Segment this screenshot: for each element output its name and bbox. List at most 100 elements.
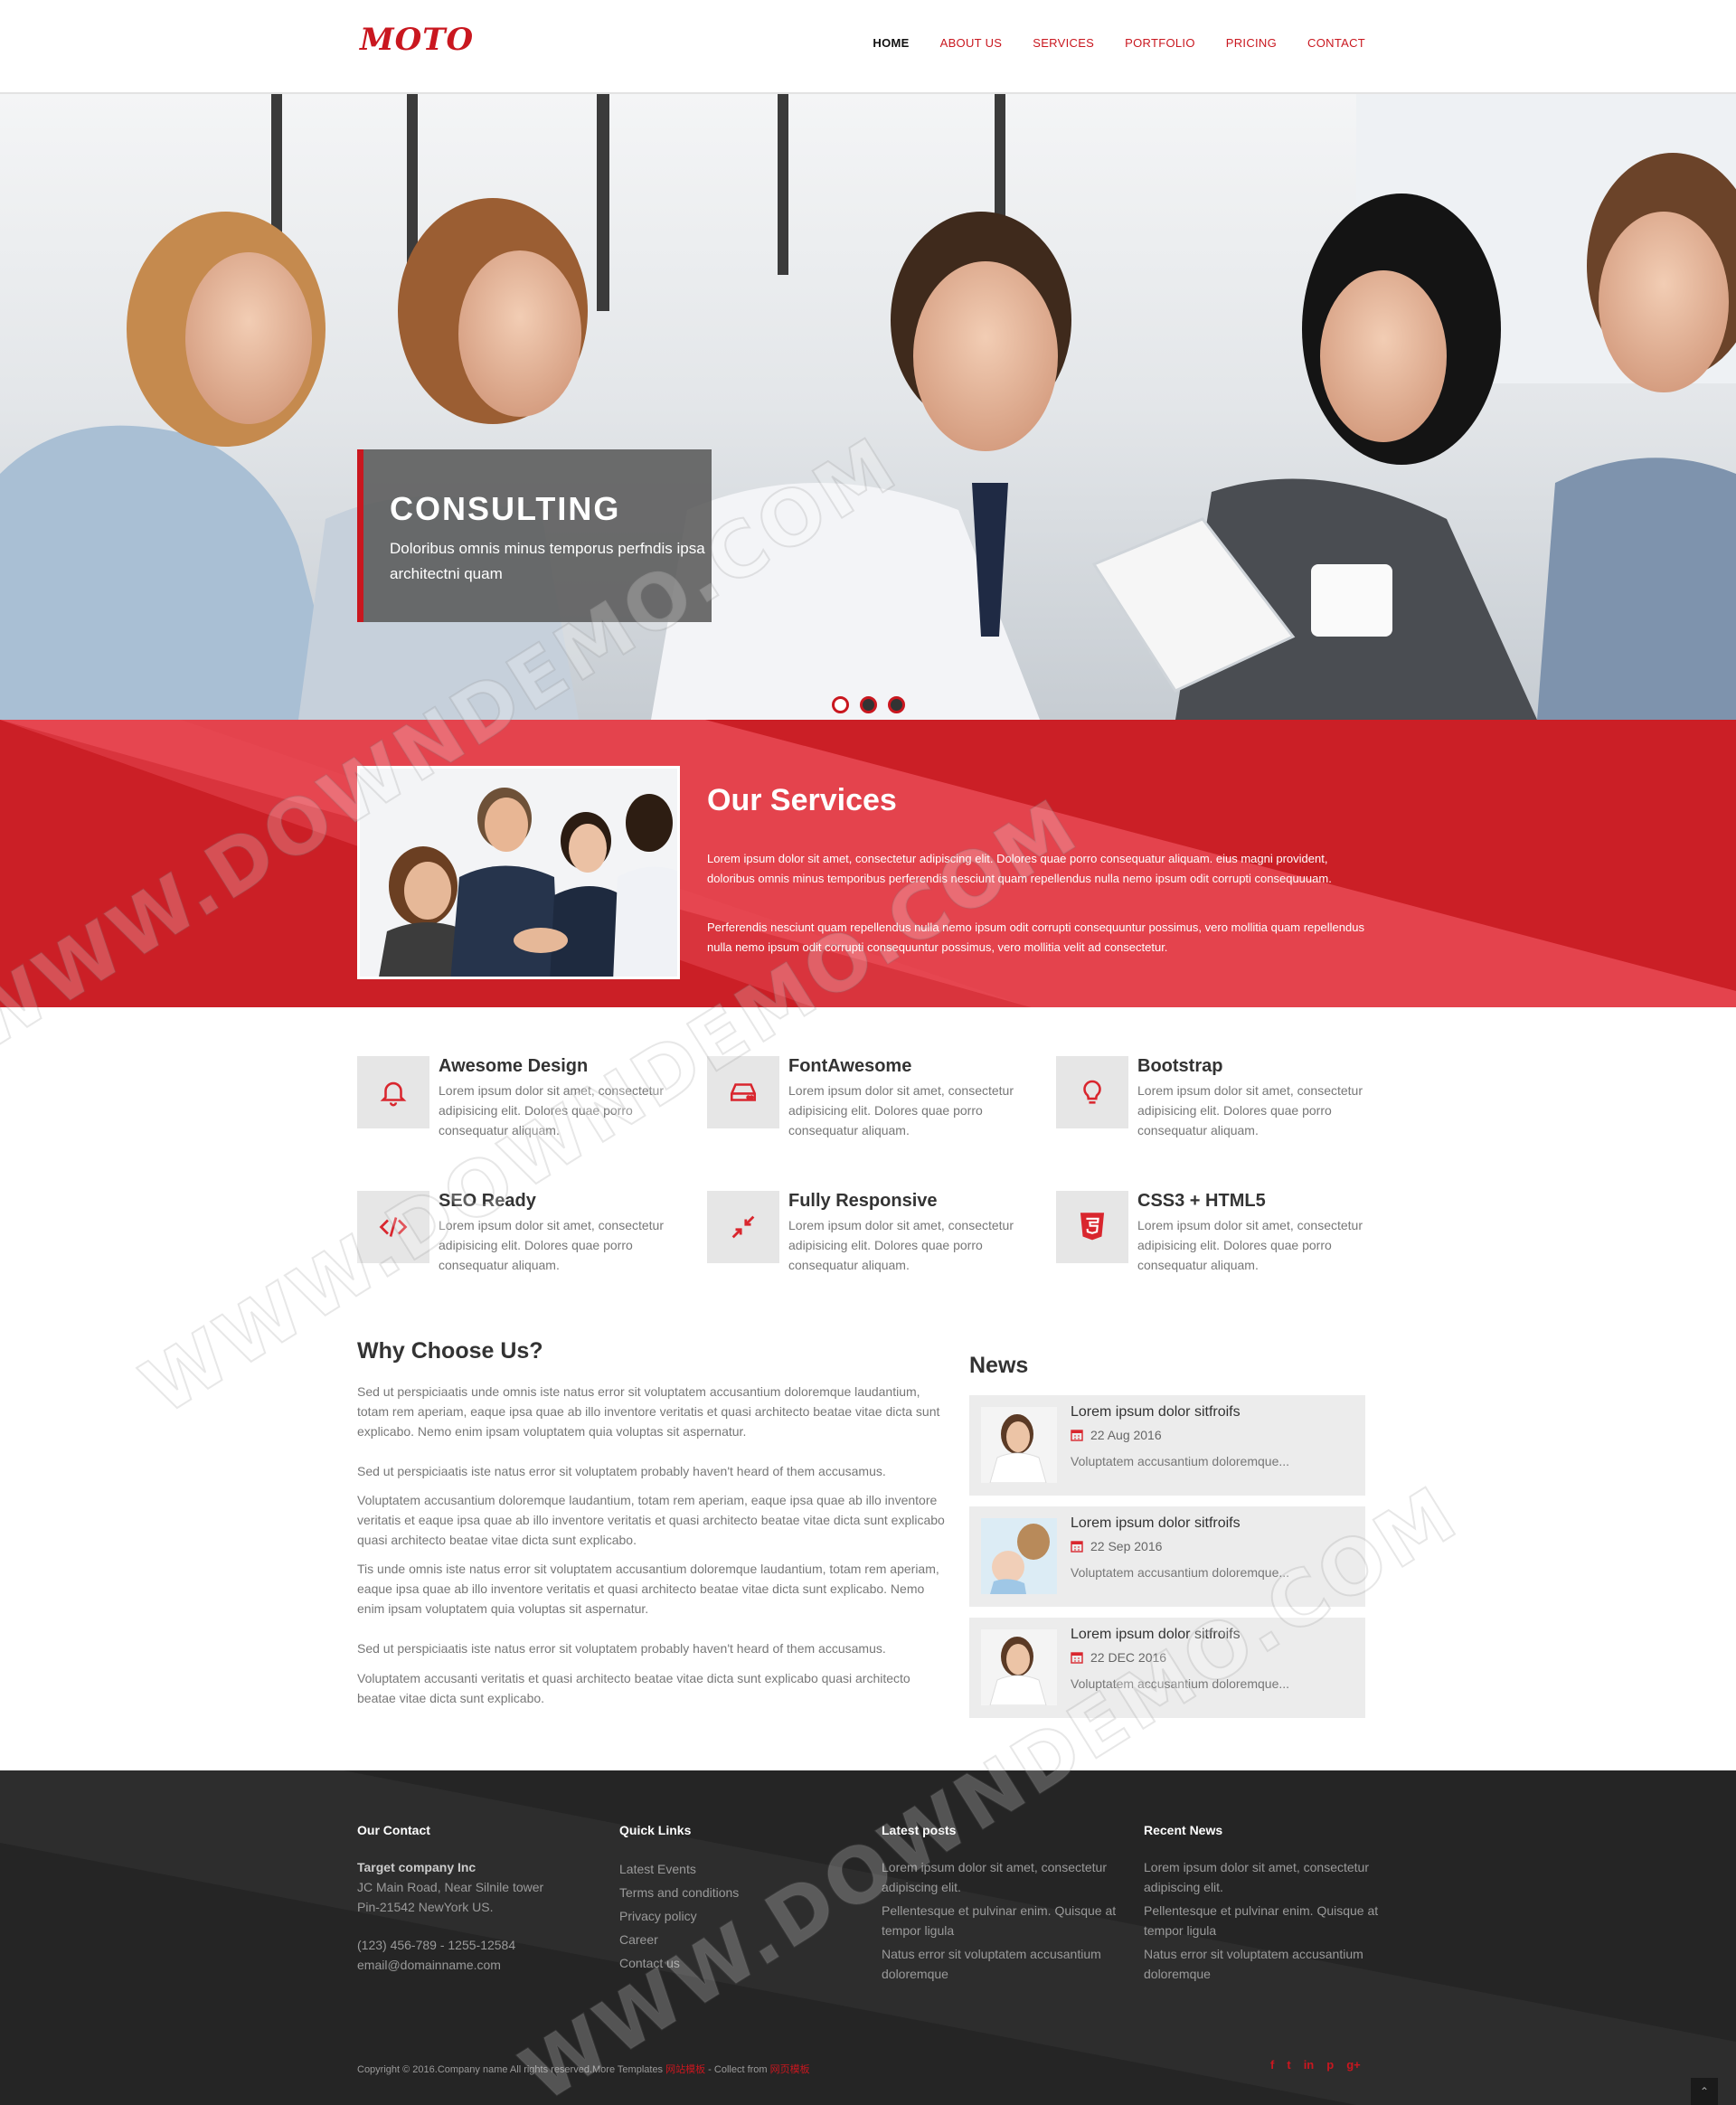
bell-icon bbox=[357, 1056, 429, 1128]
slider-dots bbox=[832, 696, 905, 713]
copyright-text: Copyright © 2016.Company name All rights… bbox=[357, 2064, 666, 2075]
news-excerpt: Voluptatem accusantium doloremque... bbox=[1071, 1454, 1290, 1468]
slider-dot-3[interactable] bbox=[888, 696, 905, 713]
services-section: Our Services Lorem ipsum dolor sit amet,… bbox=[0, 720, 1736, 1007]
news-item[interactable]: Lorem ipsum dolor sitfroifs 22 DEC 2016 … bbox=[969, 1618, 1365, 1718]
latest-post-item[interactable]: Lorem ipsum dolor sit amet, consectetur … bbox=[882, 1857, 1126, 1897]
news-date: 22 Aug 2016 bbox=[1071, 1428, 1162, 1442]
feature-fontawesome: FontAwesome Lorem ipsum dolor sit amet, … bbox=[707, 1056, 1042, 1165]
news-item-title[interactable]: Lorem ipsum dolor sitfroifs bbox=[1071, 1627, 1241, 1643]
services-paragraph-2: Perferendis nesciunt quam repellendus nu… bbox=[707, 920, 1364, 954]
news-excerpt: Voluptatem accusantium doloremque... bbox=[1071, 1676, 1290, 1691]
nav-contact[interactable]: CONTACT bbox=[1307, 36, 1365, 50]
feature-text: Lorem ipsum dolor sit amet, consectetur … bbox=[788, 1218, 1014, 1272]
pinterest-icon[interactable]: p bbox=[1326, 2058, 1334, 2072]
handshake-image bbox=[360, 769, 677, 977]
phone: (123) 456-789 - 1255-12584 bbox=[357, 1938, 516, 1952]
nav-services[interactable]: SERVICES bbox=[1033, 36, 1094, 50]
feature-text: Lorem ipsum dolor sit amet, consectetur … bbox=[439, 1083, 664, 1137]
news-date: 22 Sep 2016 bbox=[1071, 1539, 1162, 1553]
quick-link-contact[interactable]: Contact us bbox=[619, 1951, 863, 1975]
email[interactable]: email@domainname.com bbox=[357, 1955, 601, 1975]
copyright: Copyright © 2016.Company name All rights… bbox=[357, 2062, 810, 2076]
feature-text: Lorem ipsum dolor sit amet, consectetur … bbox=[1137, 1218, 1363, 1272]
linkedin-icon[interactable]: in bbox=[1304, 2058, 1315, 2072]
feature-bootstrap: Bootstrap Lorem ipsum dolor sit amet, co… bbox=[1056, 1056, 1391, 1165]
news-item-title[interactable]: Lorem ipsum dolor sitfroifs bbox=[1071, 1515, 1241, 1532]
copyright-mid: - Collect from bbox=[705, 2064, 770, 2075]
hero-caption: CONSULTING Doloribus omnis minus temporu… bbox=[357, 449, 712, 622]
footer-contact-title: Our Contact bbox=[357, 1823, 430, 1837]
feature-title: Fully Responsive bbox=[788, 1191, 938, 1211]
why-paragraph-1: Sed ut perspiciaatis unde omnis iste nat… bbox=[357, 1384, 940, 1439]
feature-text: Lorem ipsum dolor sit amet, consectetur … bbox=[1137, 1083, 1363, 1137]
collect-link[interactable]: 网页模板 bbox=[770, 2064, 810, 2075]
site-header: MOTO HOME ABOUT US SERVICES PORTFOLIO PR… bbox=[0, 0, 1736, 94]
nav-home[interactable]: HOME bbox=[873, 36, 909, 50]
news-date: 22 DEC 2016 bbox=[1071, 1650, 1166, 1665]
nav-pricing[interactable]: PRICING bbox=[1226, 36, 1277, 50]
services-photo bbox=[357, 766, 680, 979]
footer-contact: Our Contact Target company Inc JC Main R… bbox=[357, 1823, 601, 1975]
feature-css3-html5: CSS3 + HTML5 Lorem ipsum dolor sit amet,… bbox=[1056, 1191, 1391, 1299]
news-item-title[interactable]: Lorem ipsum dolor sitfroifs bbox=[1071, 1404, 1241, 1421]
footer-recent-news-title: Recent News bbox=[1144, 1823, 1223, 1837]
html5-icon bbox=[1056, 1191, 1128, 1263]
news-date-text: 22 DEC 2016 bbox=[1090, 1650, 1167, 1665]
latest-post-item[interactable]: Natus error sit voluptatem accusantium d… bbox=[882, 1944, 1126, 1984]
nav-about-us[interactable]: ABOUT US bbox=[940, 36, 1003, 50]
footer-background bbox=[0, 1770, 1736, 2105]
why-paragraph-2: Sed ut perspiciaatis iste natus error si… bbox=[357, 1464, 886, 1478]
why-paragraph-5: Sed ut perspiciaatis iste natus error si… bbox=[357, 1641, 886, 1656]
feature-fully-responsive: Fully Responsive Lorem ipsum dolor sit a… bbox=[707, 1191, 1042, 1299]
recent-news-item[interactable]: Natus error sit voluptatem accusantium d… bbox=[1144, 1944, 1388, 1984]
logo[interactable]: MOTO bbox=[360, 22, 473, 61]
main-nav: HOME ABOUT US SERVICES PORTFOLIO PRICING… bbox=[842, 36, 1365, 50]
hero-image bbox=[0, 94, 1736, 720]
calendar-icon bbox=[1071, 1652, 1083, 1664]
lightbulb-icon bbox=[1056, 1056, 1128, 1128]
google-plus-icon[interactable]: g+ bbox=[1346, 2058, 1361, 2072]
address-line-1: JC Main Road, Near Silnile tower bbox=[357, 1880, 544, 1894]
footer-quick-links-title: Quick Links bbox=[619, 1823, 692, 1837]
twitter-icon[interactable]: t bbox=[1287, 2058, 1290, 2072]
news-thumbnail bbox=[981, 1407, 1057, 1483]
recent-news-item[interactable]: Pellentesque et pulvinar enim. Quisque a… bbox=[1144, 1901, 1388, 1940]
slider-dot-1[interactable] bbox=[832, 696, 849, 713]
news-date-text: 22 Sep 2016 bbox=[1090, 1539, 1163, 1553]
company-name: Target company Inc bbox=[357, 1860, 476, 1874]
quick-link-terms[interactable]: Terms and conditions bbox=[619, 1881, 863, 1904]
footer-quick-links: Quick Links Latest Events Terms and cond… bbox=[619, 1823, 863, 1975]
why-paragraph-6: Voluptatem accusanti veritatis et quasi … bbox=[357, 1671, 910, 1705]
quick-link-career[interactable]: Career bbox=[619, 1928, 863, 1951]
calendar-icon bbox=[1071, 1541, 1083, 1553]
facebook-icon[interactable]: f bbox=[1270, 2058, 1274, 2072]
feature-title: SEO Ready bbox=[439, 1191, 536, 1211]
services-title: Our Services bbox=[707, 783, 897, 817]
news-date-text: 22 Aug 2016 bbox=[1090, 1428, 1162, 1442]
quick-link-privacy[interactable]: Privacy policy bbox=[619, 1904, 863, 1928]
site-footer: Our Contact Target company Inc JC Main R… bbox=[0, 1770, 1736, 2105]
nav-portfolio[interactable]: PORTFOLIO bbox=[1125, 36, 1195, 50]
news-item[interactable]: Lorem ipsum dolor sitfroifs 22 Aug 2016 … bbox=[969, 1395, 1365, 1496]
why-paragraph-4: Tis unde omnis iste natus error sit volu… bbox=[357, 1562, 939, 1616]
code-icon bbox=[357, 1191, 429, 1263]
services-paragraph-1: Lorem ipsum dolor sit amet, consectetur … bbox=[707, 852, 1332, 885]
templates-link[interactable]: 网站模板 bbox=[665, 2064, 705, 2075]
hero-title: CONSULTING bbox=[390, 490, 621, 527]
footer-recent-news: Recent News Lorem ipsum dolor sit amet, … bbox=[1144, 1823, 1388, 1987]
feature-title: CSS3 + HTML5 bbox=[1137, 1191, 1266, 1211]
slider-dot-2[interactable] bbox=[860, 696, 877, 713]
calendar-icon bbox=[1071, 1430, 1083, 1441]
news-thumbnail bbox=[981, 1518, 1057, 1594]
news-item[interactable]: Lorem ipsum dolor sitfroifs 22 Sep 2016 … bbox=[969, 1506, 1365, 1607]
quick-link-latest-events[interactable]: Latest Events bbox=[619, 1857, 863, 1881]
feature-awesome-design: Awesome Design Lorem ipsum dolor sit ame… bbox=[357, 1056, 692, 1165]
back-to-top-button[interactable]: ⌃ bbox=[1691, 2078, 1718, 2105]
latest-post-item[interactable]: Pellentesque et pulvinar enim. Quisque a… bbox=[882, 1901, 1126, 1940]
news-title: News bbox=[969, 1353, 1029, 1378]
recent-news-item[interactable]: Lorem ipsum dolor sit amet, consectetur … bbox=[1144, 1857, 1388, 1897]
logo-text: MOTO bbox=[360, 22, 475, 58]
hero-slider[interactable]: CONSULTING Doloribus omnis minus temporu… bbox=[0, 94, 1736, 720]
address-line-2: Pin-21542 NewYork US. bbox=[357, 1900, 494, 1914]
